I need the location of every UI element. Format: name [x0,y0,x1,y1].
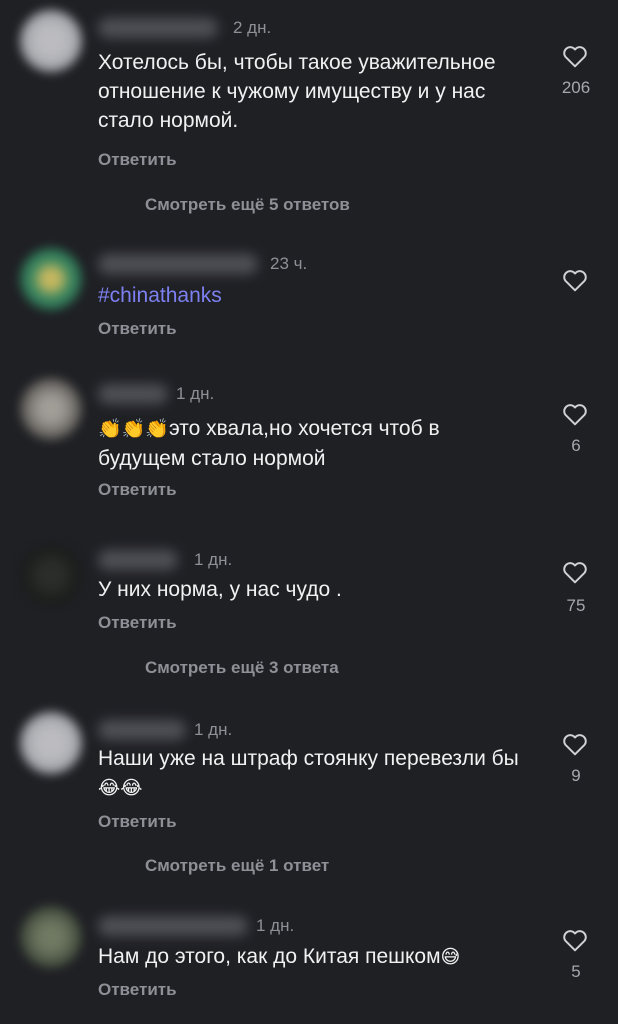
comment-time: 1 дн. [194,550,233,569]
heart-icon[interactable] [562,928,588,952]
comments-list: 2 дн. Хотелось бы, чтобы такое уважитель… [0,0,618,1024]
comment-time: 1 дн. [194,720,233,739]
view-more-replies[interactable]: Смотреть ещё 5 ответов [145,195,350,215]
reply-button[interactable]: Ответить [98,812,177,832]
reply-button[interactable]: Ответить [98,613,177,633]
comment-text-body: Наши уже на штраф стоянку перевезли бы [98,747,519,770]
comment-text: Нам до этого, как до Китая пешком😅 [98,942,538,972]
comment-text: 👏👏👏это хвала,но хочется чтоб в будущем с… [98,414,498,473]
heart-icon[interactable] [562,402,588,426]
like-count: 9 [571,766,581,785]
avatar[interactable] [20,544,82,606]
comment-text-body: Нам до этого, как до Китая пешком [98,945,441,968]
like-count: 206 [561,78,591,97]
like-count: 75 [566,596,586,615]
sweat-smile-emoji: 😅 [440,947,461,968]
heart-icon[interactable] [562,44,588,68]
hashtag-link[interactable]: #chinathanks [98,281,538,310]
laughing-emoji: 😂😂 [98,778,143,799]
avatar[interactable] [20,906,82,968]
comment-time: 1 дн. [176,384,215,403]
clapping-emoji: 👏👏👏 [98,419,169,440]
comment-text: У них норма, у нас чудо . [98,578,342,601]
avatar[interactable] [20,248,82,310]
reply-button[interactable]: Ответить [98,150,177,170]
heart-icon[interactable] [562,560,588,584]
username-blurred[interactable] [98,18,218,38]
username-blurred[interactable] [98,720,186,740]
avatar[interactable] [20,712,82,774]
comment-text: Наши уже на штраф стоянку перевезли бы 😂😂 [98,744,538,803]
username-blurred[interactable] [98,254,258,274]
like-count: 6 [571,436,581,455]
view-more-replies[interactable]: Смотреть ещё 1 ответ [145,856,329,876]
avatar[interactable] [20,378,82,440]
comment-time: 1 дн. [256,916,295,935]
username-blurred[interactable] [98,550,178,570]
reply-button[interactable]: Ответить [98,319,177,339]
username-blurred[interactable] [98,384,168,404]
reply-button[interactable]: Ответить [98,980,177,1000]
comment-time: 23 ч. [270,254,308,273]
username-blurred[interactable] [98,916,248,936]
avatar[interactable] [20,10,82,72]
heart-icon[interactable] [562,732,588,756]
heart-icon[interactable] [562,268,588,292]
comment-text: Хотелось бы, чтобы такое уважительное от… [98,51,496,132]
comment-time: 2 дн. [233,18,272,37]
like-count: 5 [571,962,581,981]
view-more-replies[interactable]: Смотреть ещё 3 ответа [145,658,339,678]
reply-button[interactable]: Ответить [98,480,177,500]
